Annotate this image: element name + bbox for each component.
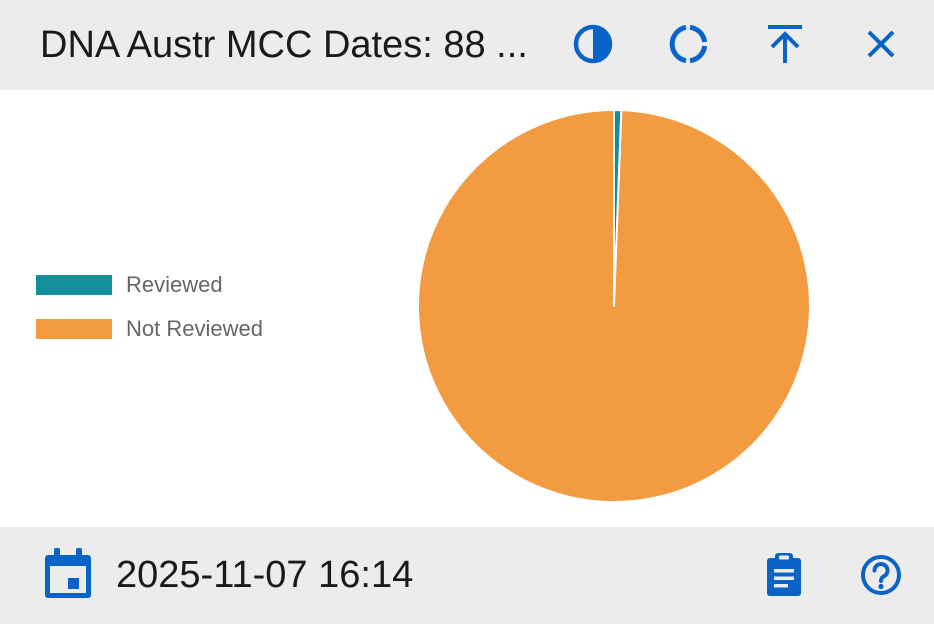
legend-item-reviewed[interactable]: Reviewed (36, 272, 336, 297)
widget-footer: 2025-11-07 16:14 (0, 527, 934, 624)
help-button[interactable] (857, 549, 905, 601)
pie-slice-not-reviewed[interactable] (417, 109, 811, 503)
pie-chart[interactable] (0, 90, 934, 526)
close-icon (867, 30, 895, 58)
chart-type-toggle-button[interactable] (664, 20, 712, 68)
contrast-toggle-button[interactable] (569, 20, 617, 68)
expand-to-top-icon (768, 25, 802, 63)
chart-area (0, 90, 934, 526)
contrast-icon (573, 24, 613, 64)
help-icon (861, 555, 901, 595)
timestamp: 2025-11-07 16:14 (116, 554, 414, 596)
legend-item-not-reviewed[interactable]: Not Reviewed (36, 316, 336, 341)
calendar-icon (45, 548, 91, 598)
clipboard-button[interactable] (760, 549, 808, 601)
close-button[interactable] (857, 20, 905, 68)
expand-to-top-button[interactable] (761, 20, 809, 68)
legend-swatch-reviewed (36, 275, 112, 295)
donut-icon (669, 24, 708, 64)
chart-widget: DNA Austr MCC Dates: 88 ... Reviewed Not… (0, 0, 934, 624)
calendar-button[interactable] (42, 547, 94, 606)
clipboard-icon (767, 553, 801, 596)
widget-header: DNA Austr MCC Dates: 88 ... (0, 0, 934, 90)
legend-label-not-reviewed: Not Reviewed (126, 316, 263, 341)
legend-label-reviewed: Reviewed (126, 272, 223, 297)
legend-swatch-not-reviewed (36, 319, 112, 339)
widget-title: DNA Austr MCC Dates: 88 ... (40, 24, 528, 66)
